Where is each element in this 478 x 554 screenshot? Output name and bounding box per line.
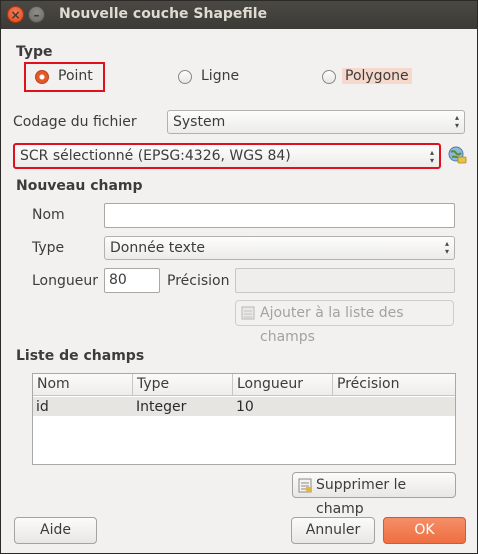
radio-point[interactable]: [35, 70, 49, 84]
close-icon[interactable]: ×: [7, 6, 24, 23]
column-header-length[interactable]: Longueur: [233, 374, 333, 396]
radio-polygon[interactable]: [322, 70, 336, 84]
encoding-select[interactable]: System ▴ ▾: [167, 110, 465, 134]
dialog-window: × – Nouvelle couche Shapefile Type Point…: [0, 0, 478, 554]
field-type-value: Donnée texte: [110, 240, 206, 256]
radio-line-label[interactable]: Ligne: [201, 68, 239, 84]
table-cell-name: id: [36, 399, 49, 415]
table-cell-type: Integer: [136, 399, 187, 415]
remove-field-label: Supprimer le champ: [316, 477, 407, 517]
help-button[interactable]: Aide: [14, 517, 97, 544]
type-section-label: Type: [16, 44, 53, 60]
remove-field-button[interactable]: Supprimer le champ: [292, 472, 456, 517]
encoding-value: System: [173, 114, 226, 130]
remove-field-icon: [298, 477, 313, 493]
fields-table[interactable]: Nom Type Longueur Précision id Integer 1…: [32, 373, 456, 465]
column-header-type[interactable]: Type: [133, 374, 233, 396]
add-field-label: Ajouter à la liste des champs: [260, 305, 404, 345]
radio-line[interactable]: [178, 70, 192, 84]
add-field-button[interactable]: Ajouter à la liste des champs: [235, 300, 454, 345]
table-cell-length: 10: [236, 399, 254, 415]
field-type-label: Type: [32, 240, 65, 256]
field-name-input[interactable]: [104, 203, 455, 228]
minimize-icon[interactable]: –: [28, 6, 45, 23]
fields-list-section-label: Liste de champs: [16, 348, 145, 364]
radio-point-label[interactable]: Point: [58, 68, 93, 84]
spin-arrows-icon: ▴ ▾: [454, 113, 459, 130]
new-field-section-label: Nouveau champ: [16, 178, 143, 194]
encoding-label: Codage du fichier: [13, 114, 137, 130]
field-precision-input[interactable]: [235, 268, 455, 293]
globe-select-icon[interactable]: [447, 145, 467, 165]
window-title: Nouvelle couche Shapefile: [59, 6, 268, 22]
spin-arrows-icon: ▴ ▾: [429, 148, 434, 165]
ok-button[interactable]: OK: [383, 517, 466, 544]
column-header-precision[interactable]: Précision: [333, 374, 455, 396]
add-field-icon: [241, 305, 256, 320]
radio-polygon-label[interactable]: Polygone: [342, 68, 412, 84]
titlebar: × – Nouvelle couche Shapefile: [1, 1, 477, 29]
field-precision-label: Précision: [167, 273, 230, 289]
crs-select[interactable]: SCR sélectionné (EPSG:4326, WGS 84) ▴ ▾: [13, 143, 441, 169]
table-cell-precision: [333, 397, 433, 417]
column-header-name[interactable]: Nom: [33, 374, 133, 396]
field-type-select[interactable]: Donnée texte ▴ ▾: [104, 236, 455, 260]
field-length-input[interactable]: 80: [104, 268, 160, 293]
field-length-label: Longueur: [32, 273, 98, 289]
cancel-button[interactable]: Annuler: [291, 517, 375, 544]
field-name-label: Nom: [32, 207, 65, 223]
crs-value: SCR sélectionné (EPSG:4326, WGS 84): [20, 148, 291, 164]
spin-arrows-icon: ▴ ▾: [444, 239, 449, 256]
